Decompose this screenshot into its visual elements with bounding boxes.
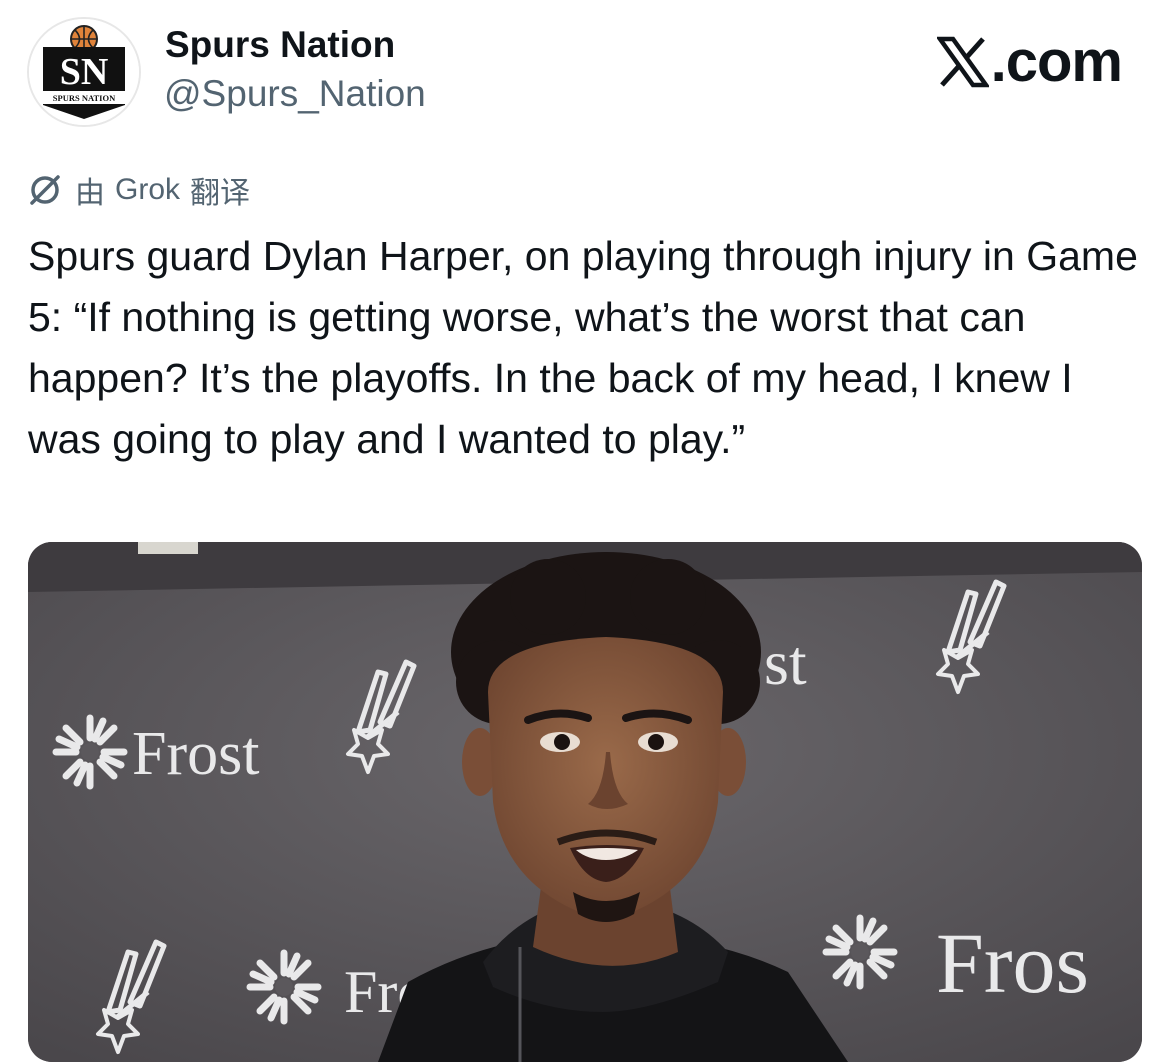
- source-label: .com: [936, 28, 1123, 95]
- tweet-media-image[interactable]: Frost st Fro Fros: [28, 542, 1142, 1062]
- spurs-nation-logo-icon: SN SPURS NATION: [29, 19, 139, 125]
- press-conference-photo: Frost st Fro Fros: [28, 542, 1142, 1062]
- frost-text-1: Frost: [132, 720, 259, 788]
- translation-note[interactable]: 由 Grok 翻译: [27, 170, 250, 210]
- author-handle[interactable]: @Spurs_Nation: [164, 73, 426, 115]
- svg-text:SPURS NATION: SPURS NATION: [53, 93, 116, 103]
- x-logo-icon: [936, 36, 989, 87]
- frost-text-4: Fros: [936, 915, 1089, 1011]
- translation-provider: Grok: [115, 173, 181, 206]
- source-domain: .com: [990, 29, 1123, 94]
- tweet-text: Spurs guard Dylan Harper, on playing thr…: [28, 233, 1138, 462]
- translation-suffix: 翻译: [190, 177, 251, 210]
- author-name[interactable]: Spurs Nation: [165, 24, 395, 66]
- svg-text:SN: SN: [60, 51, 109, 93]
- avatar[interactable]: SN SPURS NATION: [27, 17, 141, 127]
- frost-text-2: st: [764, 627, 807, 698]
- grok-icon: [30, 175, 60, 205]
- translation-prefix: 由: [75, 177, 105, 210]
